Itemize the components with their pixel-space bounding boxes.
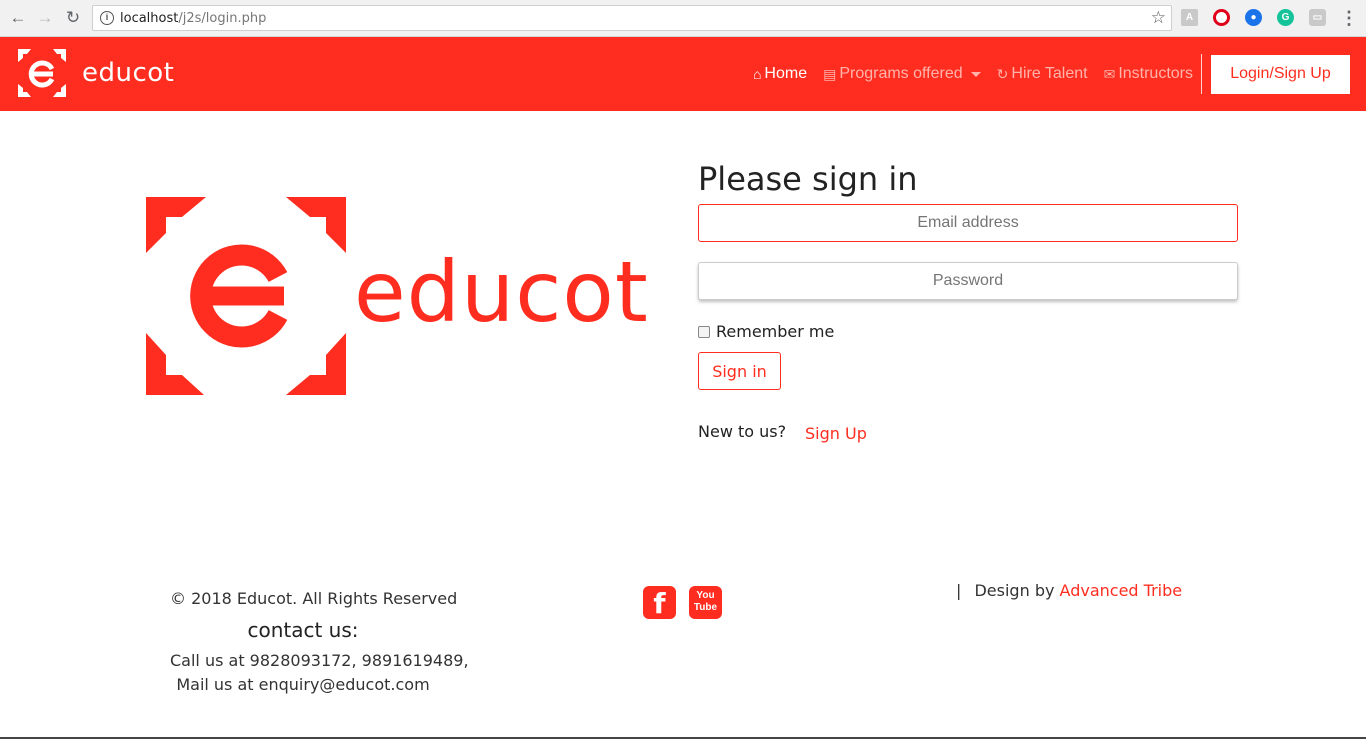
url-text: localhost/j2s/login.php bbox=[120, 11, 267, 26]
info-icon[interactable]: i bbox=[100, 11, 114, 25]
star-icon[interactable]: ☆ bbox=[1151, 8, 1166, 28]
nav-home-label: Home bbox=[764, 65, 808, 82]
envelope-icon: ✉ bbox=[1103, 65, 1116, 82]
advanced-tribe-link[interactable]: Advanced Tribe bbox=[1060, 581, 1183, 600]
nav-programs-label: Programs offered bbox=[839, 65, 963, 82]
remember-checkbox[interactable] bbox=[698, 325, 710, 338]
signup-link[interactable]: Sign Up bbox=[805, 424, 867, 443]
signin-button[interactable]: Sign in bbox=[698, 352, 781, 390]
password-field[interactable] bbox=[698, 262, 1238, 300]
nav-instructors[interactable]: ✉ Instructors bbox=[1104, 65, 1193, 83]
window-extension-icon[interactable]: ▭ bbox=[1309, 9, 1326, 26]
design-separator: | bbox=[956, 581, 962, 600]
nav-home[interactable]: ⌂ Home bbox=[753, 65, 807, 83]
forward-arrow-icon[interactable]: → bbox=[35, 8, 55, 28]
signin-title: Please sign in bbox=[698, 160, 918, 198]
grammarly-extension-icon[interactable]: G bbox=[1277, 9, 1294, 26]
refresh-icon: ↻ bbox=[996, 65, 1009, 82]
address-bar[interactable]: i localhost/j2s/login.php ☆ bbox=[92, 5, 1172, 31]
nav-divider bbox=[1201, 54, 1202, 94]
pdf-extension-icon[interactable]: A bbox=[1181, 9, 1198, 26]
home-icon: ⌂ bbox=[752, 66, 762, 82]
email-field[interactable] bbox=[698, 204, 1238, 242]
book-icon: ▤ bbox=[823, 65, 837, 82]
nav-hire-label: Hire Talent bbox=[1011, 65, 1088, 82]
nav-hire-talent[interactable]: ↻ Hire Talent bbox=[997, 65, 1088, 83]
caret-down-icon bbox=[970, 71, 981, 77]
browser-toolbar: ← → ↻ i localhost/j2s/login.php ☆ A ● G … bbox=[0, 0, 1366, 37]
nav-menu: ⌂ Home ▤ Programs offered ↻ Hire Talent … bbox=[753, 37, 1366, 111]
copyright-text: © 2018 Educot. All Rights Reserved bbox=[170, 589, 458, 608]
educot-mark-icon bbox=[146, 197, 346, 395]
hero-logo-word: educot bbox=[354, 243, 649, 341]
facebook-icon[interactable]: f bbox=[643, 586, 676, 620]
site-navbar: educot ⌂ Home ▤ Programs offered ↻ Hire … bbox=[0, 37, 1366, 111]
opera-extension-icon[interactable] bbox=[1213, 9, 1230, 26]
new-to-us-text: New to us? bbox=[698, 422, 787, 441]
reload-icon[interactable]: ↻ bbox=[63, 8, 83, 28]
design-credit: | Design by Advanced Tribe bbox=[956, 581, 1182, 600]
kebab-menu-icon[interactable]: ⋮ bbox=[1340, 7, 1358, 29]
remember-me[interactable]: Remember me bbox=[698, 322, 834, 341]
design-prefix: Design by bbox=[974, 581, 1055, 600]
remember-label: Remember me bbox=[716, 322, 835, 341]
contact-phone: Call us at 9828093172, 9891619489, bbox=[170, 651, 469, 670]
nav-programs-dropdown[interactable]: ▤ Programs offered bbox=[823, 65, 981, 83]
educot-logo-icon bbox=[18, 49, 66, 97]
brand-name: educot bbox=[82, 58, 175, 88]
youtube-icon[interactable]: You Tube bbox=[689, 586, 722, 619]
login-signup-button[interactable]: Login/Sign Up bbox=[1211, 54, 1350, 94]
globe-extension-icon[interactable]: ● bbox=[1245, 9, 1262, 26]
nav-instructors-label: Instructors bbox=[1118, 65, 1193, 82]
brand-link[interactable]: educot bbox=[18, 49, 174, 97]
contact-email: Mail us at enquiry@educot.com bbox=[176, 675, 430, 694]
contact-title: contact us: bbox=[247, 618, 359, 642]
back-arrow-icon[interactable]: ← bbox=[8, 8, 28, 28]
hero-logo: educot bbox=[146, 197, 649, 395]
